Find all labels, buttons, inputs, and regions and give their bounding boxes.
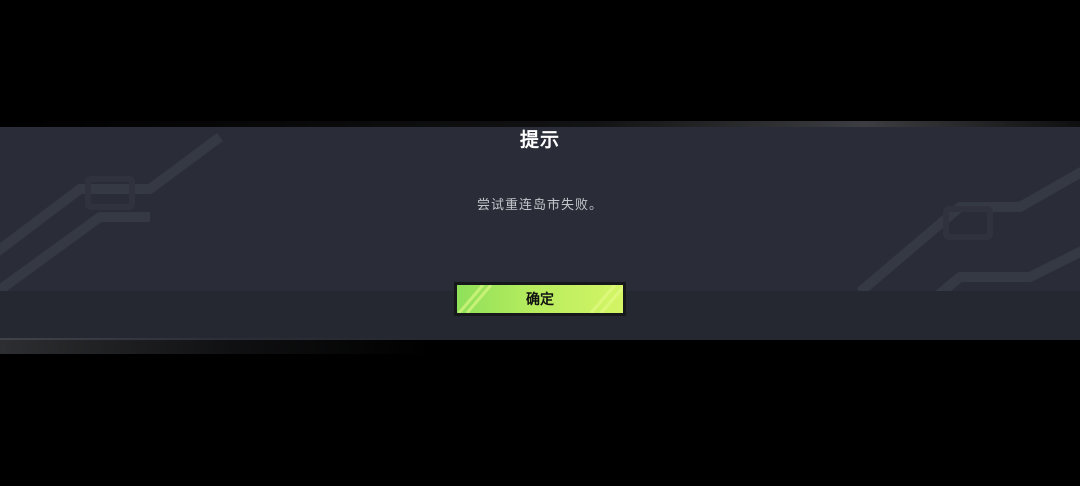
confirm-button[interactable]: 确定	[454, 282, 626, 316]
dialog-title: 提示	[519, 129, 560, 151]
game-screen: 提示 尝试重连岛市失败。 确定	[0, 0, 1080, 486]
confirm-button-label: 确定	[526, 291, 554, 307]
banner-bottom-edge	[0, 338, 1080, 354]
dialog-message: 尝试重连岛市失败。	[476, 198, 603, 213]
